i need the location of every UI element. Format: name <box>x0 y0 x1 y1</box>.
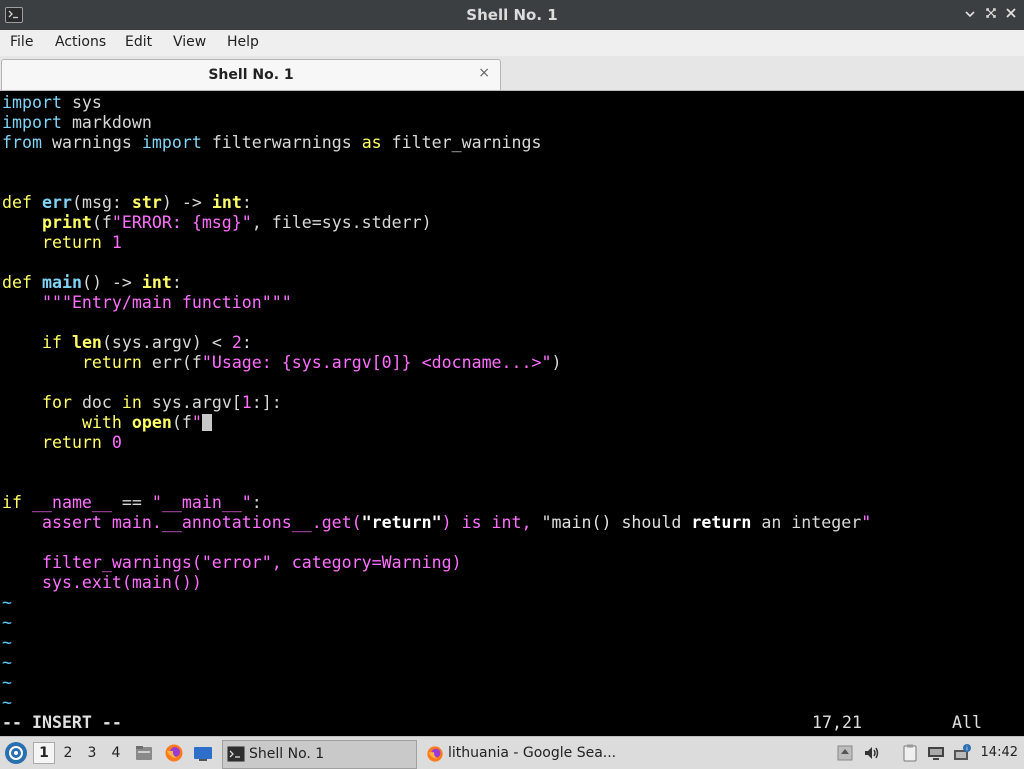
empty-line-tilde: ~ <box>2 633 12 652</box>
code-line: return err(f"Usage: {sys.argv[0]} <docna… <box>81 353 562 372</box>
code-line: if __name__ == "__main__": <box>2 493 262 512</box>
code-line: def err(msg: str) -> int: <box>2 193 252 212</box>
minimize-icon[interactable] <box>962 7 978 23</box>
task-label: Shell No. 1 <box>249 746 325 762</box>
menu-help[interactable]: Help <box>227 34 259 50</box>
maximize-icon[interactable] <box>983 7 999 23</box>
upload-icon[interactable] <box>835 743 855 763</box>
firefox-icon <box>426 745 444 762</box>
code-line: filter_warnings("error", category=Warnin… <box>41 553 462 572</box>
empty-line-tilde: ~ <box>2 653 12 672</box>
code-line: assert main.__annotations__.get("return"… <box>41 513 872 532</box>
empty-line-tilde: ~ <box>2 613 12 632</box>
tab-close-icon[interactable]: × <box>478 65 490 81</box>
vim-mode-indicator: -- INSERT -- <box>2 713 122 732</box>
clipboard-icon[interactable] <box>900 743 920 763</box>
clock: 14:42 <box>980 745 1018 760</box>
terminal-area[interactable]: import sys import markdown from warnings i… <box>0 91 1024 734</box>
empty-line-tilde: ~ <box>2 593 12 612</box>
code-line: print(f"ERROR: {msg}", file=sys.stderr) <box>41 213 432 232</box>
code-line: from warnings import filterwarnings as f… <box>2 133 542 152</box>
code-line: if len(sys.argv) < 2: <box>41 333 252 352</box>
volume-icon[interactable] <box>862 743 882 763</box>
window-title: Shell No. 1 <box>466 6 558 24</box>
tab-label: Shell No. 1 <box>208 67 294 83</box>
empty-line-tilde: ~ <box>2 673 12 692</box>
task-label: lithuania - Google Sea... <box>448 745 617 761</box>
code-line: import markdown <box>2 113 152 132</box>
display-icon[interactable] <box>926 743 946 763</box>
menu-edit[interactable]: Edit <box>125 34 152 50</box>
tab-bar: Shell No. 1 × <box>0 56 1024 91</box>
code-editor[interactable]: import sys import markdown from warnings i… <box>2 93 871 713</box>
scroll-indicator: All <box>952 713 982 732</box>
terminal-icon <box>227 746 245 762</box>
code-line: return 1 <box>41 233 122 252</box>
text-cursor <box>201 414 212 431</box>
code-line: sys.exit(main()) <box>41 573 202 592</box>
code-line: return 0 <box>41 433 122 452</box>
desktop-icon[interactable] <box>193 743 213 763</box>
start-menu-icon[interactable] <box>5 742 27 764</box>
workspace-3[interactable]: 3 <box>82 743 102 763</box>
menu-actions[interactable]: Actions <box>55 34 106 50</box>
workspace-2[interactable]: 2 <box>58 743 78 763</box>
empty-line-tilde: ~ <box>2 693 12 712</box>
cursor-position: 17,21 <box>812 713 862 732</box>
firefox-icon[interactable] <box>164 743 184 763</box>
title-bar: Shell No. 1 <box>0 0 1024 30</box>
code-line: def main() -> int: <box>2 273 182 292</box>
menu-bar: File Actions Edit View Help <box>0 30 1024 56</box>
code-line: with open(f" <box>2 413 871 433</box>
file-manager-icon[interactable] <box>134 743 154 763</box>
code-line: """Entry/main function""" <box>41 293 292 312</box>
menu-file[interactable]: File <box>10 34 33 50</box>
code-line: for doc in sys.argv[1:]: <box>41 393 282 412</box>
task-shell-no-1[interactable]: Shell No. 1 <box>222 740 417 769</box>
network-icon[interactable]: i <box>952 743 972 763</box>
menu-view[interactable]: View <box>173 34 206 50</box>
tab-shell-1[interactable]: Shell No. 1 × <box>1 59 501 90</box>
workspace-4[interactable]: 4 <box>106 743 126 763</box>
taskbar: 1 2 3 4 Shell No. 1 lithuania - Google S… <box>0 736 1024 769</box>
task-firefox[interactable]: lithuania - Google Sea... <box>422 740 642 767</box>
close-icon[interactable] <box>1003 7 1019 23</box>
workspace-1[interactable]: 1 <box>33 742 55 764</box>
code-line: import sys <box>2 93 102 112</box>
